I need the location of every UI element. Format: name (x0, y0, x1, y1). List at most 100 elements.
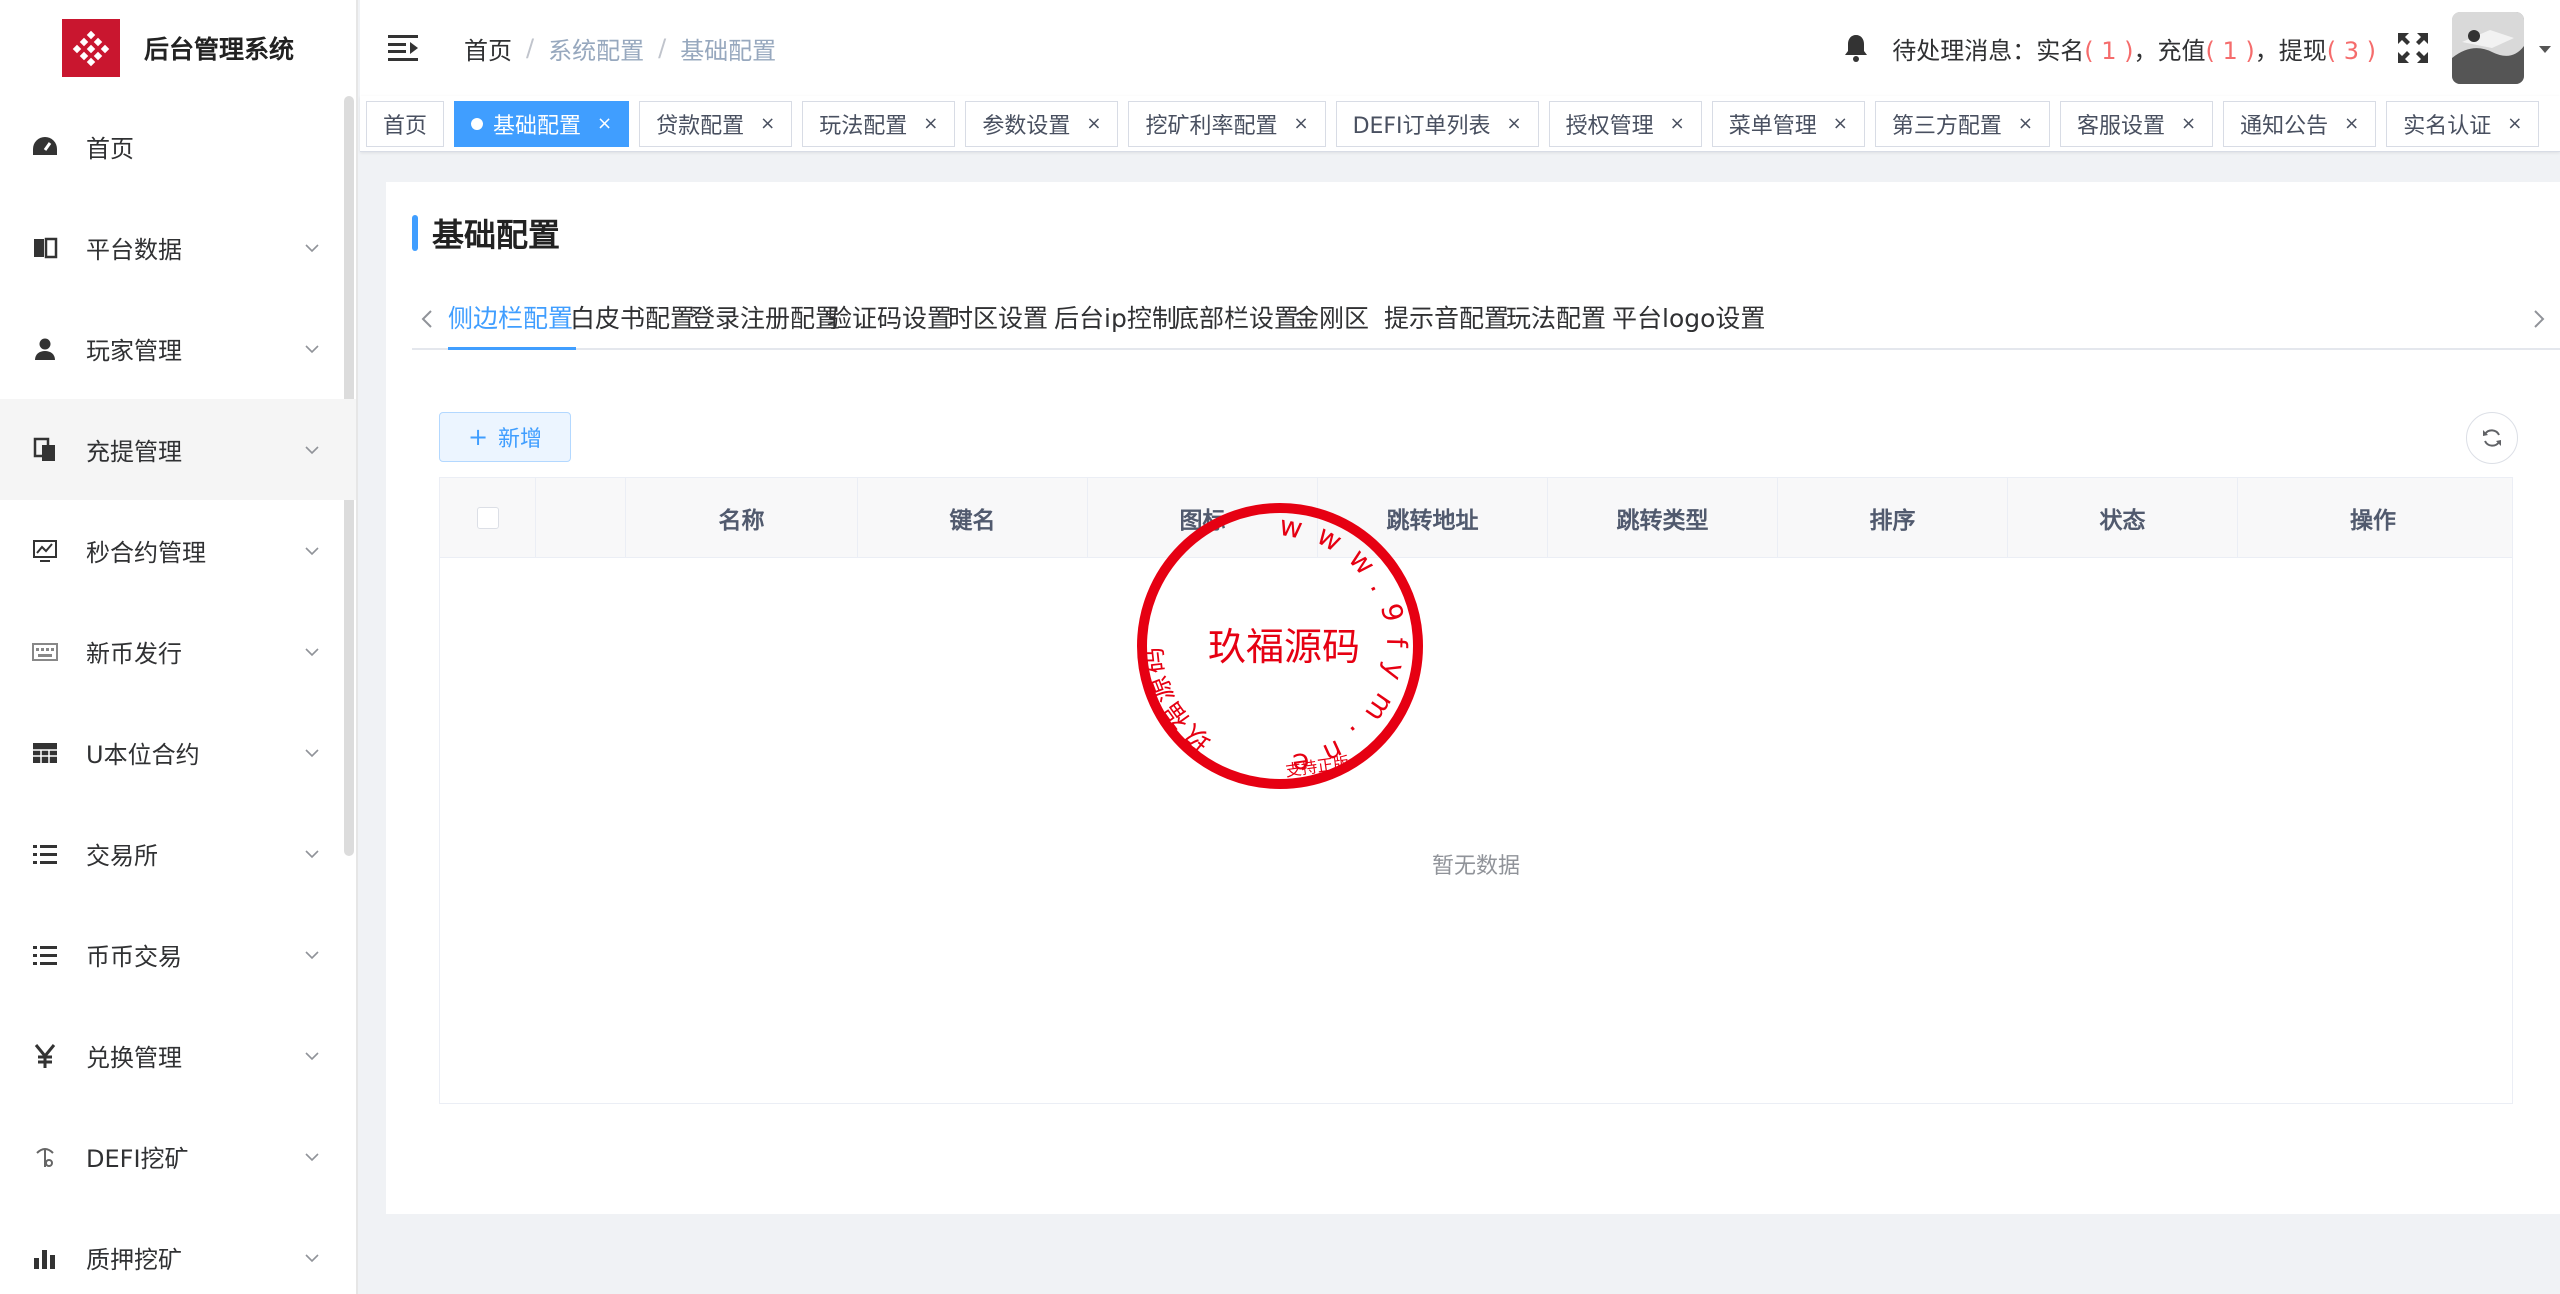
tag-2[interactable]: 贷款配置 × (639, 100, 793, 147)
tag-1[interactable]: 基础配置 × (454, 100, 630, 147)
tag-5[interactable]: 挖矿利率配置 × (1128, 100, 1326, 147)
recharge-count[interactable]: ( 1 ) (2205, 37, 2254, 65)
sidebar-item-label: DEFI挖矿 (86, 1145, 189, 1173)
tag-4[interactable]: 参数设置 × (965, 100, 1119, 147)
tags-view: 首页 基础配置 × 贷款配置 × 玩法配置 × 参数设置 × 挖矿利率配置 × DEFI订单列表 × 授权… (360, 96, 2560, 152)
sidebar-item-3[interactable]: 充提管理 (0, 399, 356, 500)
tag-label: 客服设置 (2076, 113, 2165, 139)
sidebar-item-2[interactable]: 玩家管理 (0, 298, 356, 399)
close-icon[interactable]: × (1086, 113, 1101, 134)
pending-notice[interactable]: 待处理消息：实名( 1 )，充值( 1 )，提现( 3 ) (1892, 31, 2376, 66)
tag-3[interactable]: 玩法配置 × (802, 100, 956, 147)
tag-10[interactable]: 客服设置 × (2059, 100, 2214, 147)
table-column-header: 跳转类型 (1548, 478, 1778, 558)
close-icon[interactable]: × (1293, 113, 1308, 134)
sidebar-item-label: 兑换管理 (86, 1044, 182, 1072)
select-all-cell[interactable] (440, 478, 536, 558)
close-icon[interactable]: × (760, 113, 775, 134)
sidebar-item-label: 秒合约管理 (86, 539, 206, 567)
config-tab-0[interactable]: 侧边栏配置 (448, 290, 573, 348)
tag-6[interactable]: DEFI订单列表 × (1335, 100, 1539, 147)
close-icon[interactable]: × (923, 113, 938, 134)
tag-12[interactable]: 实名认证 × (2386, 100, 2540, 147)
config-tab-8[interactable]: 提示音配置 (1384, 290, 1509, 348)
user-icon (30, 334, 60, 364)
sidebar-menu: 首页平台数据 玩家管理充提管理秒合约管理新币发行 U本位合约 交易所币币交易兑换管理 D… (0, 96, 356, 1294)
sidebar-item-1[interactable]: 平台数据 (0, 197, 356, 298)
tag-label: 菜单管理 (1728, 113, 1817, 139)
select-all-checkbox[interactable] (476, 507, 499, 529)
sidebar-item-9[interactable]: 兑换管理 (0, 1005, 356, 1106)
add-button[interactable]: + 新增 (439, 412, 571, 462)
close-icon[interactable]: × (2018, 113, 2033, 134)
chevron-left-icon[interactable] (412, 290, 442, 348)
fullscreen-icon[interactable] (2396, 31, 2430, 65)
tag-8[interactable]: 菜单管理 × (1711, 100, 1865, 147)
close-icon[interactable]: × (2181, 113, 2196, 134)
sidebar-item-7[interactable]: 交易所 (0, 803, 356, 904)
tag-9[interactable]: 第三方配置 × (1874, 100, 2050, 147)
avatar[interactable] (2452, 12, 2524, 84)
refresh-icon[interactable] (2466, 412, 2518, 464)
sidebar-item-8[interactable]: 币币交易 (0, 904, 356, 1005)
close-icon[interactable]: × (597, 113, 612, 134)
realname-count[interactable]: ( 1 ) (2084, 37, 2133, 65)
sidebar-item-6[interactable]: U本位合约 (0, 702, 356, 803)
sidebar-item-5[interactable]: 新币发行 (0, 601, 356, 702)
bell-icon[interactable] (1840, 32, 1872, 64)
config-tab-1[interactable]: 白皮书配置 (570, 290, 695, 348)
config-tab-2[interactable]: 登录注册配置 (690, 290, 840, 348)
config-tab-9[interactable]: 玩法配置 (1506, 290, 1606, 348)
breadcrumb: 首页 / 系统配置 / 基础配置 (464, 31, 776, 66)
table-empty-text: 暂无数据 (1431, 854, 1520, 879)
notice-prefix: 待处理消息：实名 (1892, 36, 2085, 65)
page-header: 基础配置 (412, 210, 560, 256)
sidebar-item-label: 新币发行 (86, 640, 182, 668)
close-icon[interactable]: × (1670, 113, 1685, 134)
close-icon[interactable]: × (1833, 113, 1848, 134)
sidebar-item-11[interactable]: 质押挖矿 (0, 1207, 356, 1294)
close-icon[interactable]: × (1507, 113, 1522, 134)
tag-11[interactable]: 通知公告 × (2223, 100, 2377, 147)
tag-label: 贷款配置 (656, 113, 745, 139)
chevron-right-icon[interactable] (2524, 290, 2554, 348)
brand[interactable]: 后台管理系统 (0, 0, 356, 96)
page-title: 基础配置 (432, 216, 561, 254)
sidebar-item-0[interactable]: 首页 (0, 96, 356, 197)
config-table: 名称 键名 图标 跳转地址 跳转类型 排序 状态 操作 暂无数据 (439, 477, 2513, 1104)
table-column-header: 名称 (626, 478, 858, 558)
tag-0[interactable]: 首页 (366, 100, 445, 147)
config-tab-6[interactable]: 底部栏设置 (1174, 290, 1299, 348)
tag-7[interactable]: 授权管理 × (1548, 100, 1702, 147)
config-tab-7[interactable]: 金刚区 (1294, 290, 1369, 348)
caret-down-icon[interactable] (2538, 41, 2552, 55)
sidebar-item-10[interactable]: DEFI挖矿 (0, 1106, 356, 1207)
config-tab-10[interactable]: 平台logo设置 (1612, 290, 1765, 348)
breadcrumb-home[interactable]: 首页 (464, 31, 512, 66)
sidebar-item-label: 充提管理 (86, 438, 182, 466)
config-tab-3[interactable]: 验证码设置 (827, 290, 952, 348)
sidebar-item-4[interactable]: 秒合约管理 (0, 500, 356, 601)
config-tab-5[interactable]: 后台ip控制 (1054, 290, 1177, 348)
tag-label: DEFI订单列表 (1352, 113, 1491, 139)
table-column-header: 键名 (858, 478, 1088, 558)
dashboard-icon (30, 132, 60, 162)
sidebar-item-label: 首页 (86, 135, 134, 163)
close-icon[interactable]: × (2507, 113, 2522, 134)
close-icon[interactable]: × (2344, 113, 2359, 134)
config-tab-4[interactable]: 时区设置 (948, 290, 1048, 348)
chevron-down-icon (304, 947, 320, 963)
monitor-chart-icon (30, 536, 60, 566)
chevron-down-icon (304, 240, 320, 256)
table-icon (30, 738, 60, 768)
table-column-header: 状态 (2008, 478, 2238, 558)
menu-fold-icon[interactable] (386, 31, 420, 65)
withdraw-count[interactable]: ( 3 ) (2327, 37, 2376, 65)
header-right: 待处理消息：实名( 1 )，充值( 1 )，提现( 3 ) (1840, 0, 2560, 96)
add-button-label: 新增 (498, 427, 543, 452)
sidebar-item-label: 币币交易 (86, 943, 182, 971)
tag-label: 授权管理 (1565, 113, 1654, 139)
plus-icon: + (467, 423, 489, 451)
chevron-down-icon (304, 1149, 320, 1165)
chevron-down-icon (304, 543, 320, 559)
